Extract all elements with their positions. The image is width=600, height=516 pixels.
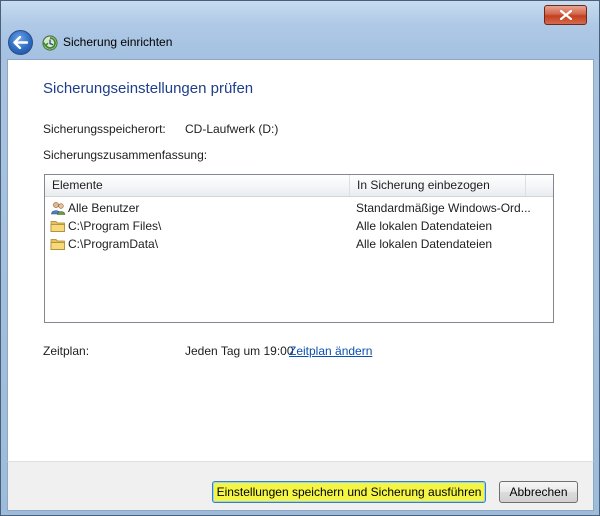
schedule-label: Zeitplan: xyxy=(43,344,90,358)
column-header-elemente[interactable]: Elemente xyxy=(45,175,349,196)
title-bar: Sicherung einrichten xyxy=(1,1,599,59)
wizard-content: Sicherungseinstellungen prüfen Sicherung… xyxy=(7,59,594,461)
back-arrow-icon xyxy=(13,36,28,49)
location-label: Sicherungsspeicherort: xyxy=(43,122,166,136)
wizard-window: Sicherung einrichten Sicherungseinstellu… xyxy=(0,0,600,516)
users-icon xyxy=(51,202,66,215)
location-value: CD-Laufwerk (D:) xyxy=(185,122,279,136)
save-and-run-backup-button[interactable]: Einstellungen speichern und Sicherung au… xyxy=(212,481,486,503)
folder-icon xyxy=(50,239,65,250)
item-included: Alle lokalen Datendateien xyxy=(356,219,493,233)
page-heading: Sicherungseinstellungen prüfen xyxy=(43,80,254,97)
close-icon xyxy=(559,10,572,20)
list-header: Elemente In Sicherung einbezogen xyxy=(45,175,553,197)
column-divider[interactable] xyxy=(525,175,526,196)
backup-summary-list[interactable]: Elemente In Sicherung einbezogen Alle Be… xyxy=(44,174,554,323)
column-header-included[interactable]: In Sicherung einbezogen xyxy=(350,175,525,196)
button-bar: Einstellungen speichern und Sicherung au… xyxy=(7,461,594,511)
item-name: Alle Benutzer xyxy=(68,201,140,215)
back-button[interactable] xyxy=(8,30,33,55)
list-item[interactable]: Alle Benutzer Standardmäßige Windows-Ord… xyxy=(45,199,553,217)
backup-icon xyxy=(42,35,58,51)
window-title: Sicherung einrichten xyxy=(63,35,173,49)
summary-label: Sicherungszusammenfassung: xyxy=(43,148,208,162)
item-included: Alle lokalen Datendateien xyxy=(356,237,493,251)
schedule-value: Jeden Tag um 19:00 xyxy=(185,344,294,358)
item-included: Standardmäßige Windows-Ord... xyxy=(356,201,531,215)
navigation-row: Sicherung einrichten xyxy=(1,27,599,59)
list-item[interactable]: C:\ProgramData\ Alle lokalen Datendateie… xyxy=(45,235,553,253)
change-schedule-link[interactable]: Zeitplan ändern xyxy=(289,344,372,358)
item-name: C:\Program Files\ xyxy=(68,219,162,233)
close-button[interactable] xyxy=(544,5,587,25)
folder-icon xyxy=(50,221,65,232)
item-name: C:\ProgramData\ xyxy=(68,237,159,251)
cancel-button[interactable]: Abbrechen xyxy=(499,481,578,503)
list-item[interactable]: C:\Program Files\ Alle lokalen Datendate… xyxy=(45,217,553,235)
